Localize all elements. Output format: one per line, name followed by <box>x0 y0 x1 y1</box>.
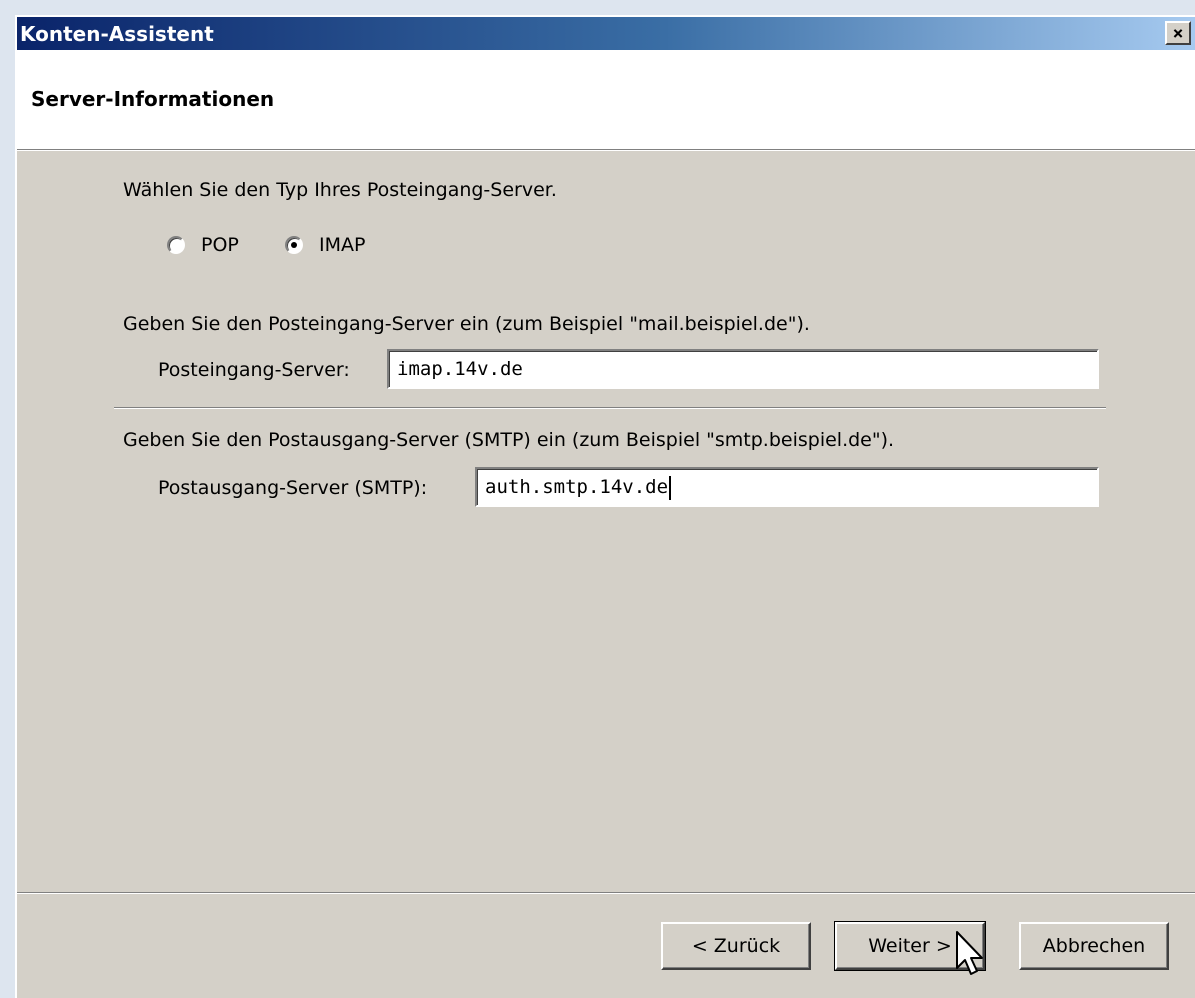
incoming-server-value: imap.14v.de <box>397 358 523 380</box>
mouse-pointer-icon <box>956 931 983 975</box>
outgoing-server-value: auth.smtp.14v.de <box>485 476 669 498</box>
radio-imap[interactable]: IMAP <box>285 234 365 256</box>
radio-imap-label[interactable]: IMAP <box>319 234 365 256</box>
close-icon: × <box>1172 22 1184 44</box>
back-button[interactable]: < Zurück <box>661 922 811 970</box>
radio-imap-circle[interactable] <box>285 236 303 254</box>
incoming-server-input[interactable]: imap.14v.de <box>387 349 1099 389</box>
radio-selected-dot <box>291 242 297 248</box>
outgoing-server-label: Postausgang-Server (SMTP): <box>158 477 428 499</box>
radio-pop[interactable]: POP <box>167 234 239 256</box>
title-bar[interactable]: Konten-Assistent × <box>17 17 1195 50</box>
wizard-header: Server-Informationen <box>17 50 1195 151</box>
outgoing-server-prompt: Geben Sie den Postausgang-Server (SMTP) … <box>123 429 895 451</box>
cancel-button[interactable]: Abbrechen <box>1019 922 1169 970</box>
incoming-server-prompt: Geben Sie den Posteingang-Server ein (zu… <box>123 313 810 335</box>
radio-pop-label[interactable]: POP <box>201 234 239 256</box>
outgoing-server-input[interactable]: auth.smtp.14v.de <box>475 467 1099 507</box>
page-title: Server-Informationen <box>31 87 275 111</box>
section-divider <box>114 407 1106 409</box>
footer-divider <box>17 892 1195 894</box>
account-wizard-window: Konten-Assistent × Server-Informationen … <box>15 15 1195 998</box>
text-caret <box>669 475 672 500</box>
incoming-server-label: Posteingang-Server: <box>158 359 350 381</box>
incoming-type-prompt: Wählen Sie den Typ Ihres Posteingang-Ser… <box>123 179 557 201</box>
radio-pop-circle[interactable] <box>167 236 185 254</box>
close-button[interactable]: × <box>1165 21 1191 45</box>
window-title: Konten-Assistent <box>20 22 214 46</box>
